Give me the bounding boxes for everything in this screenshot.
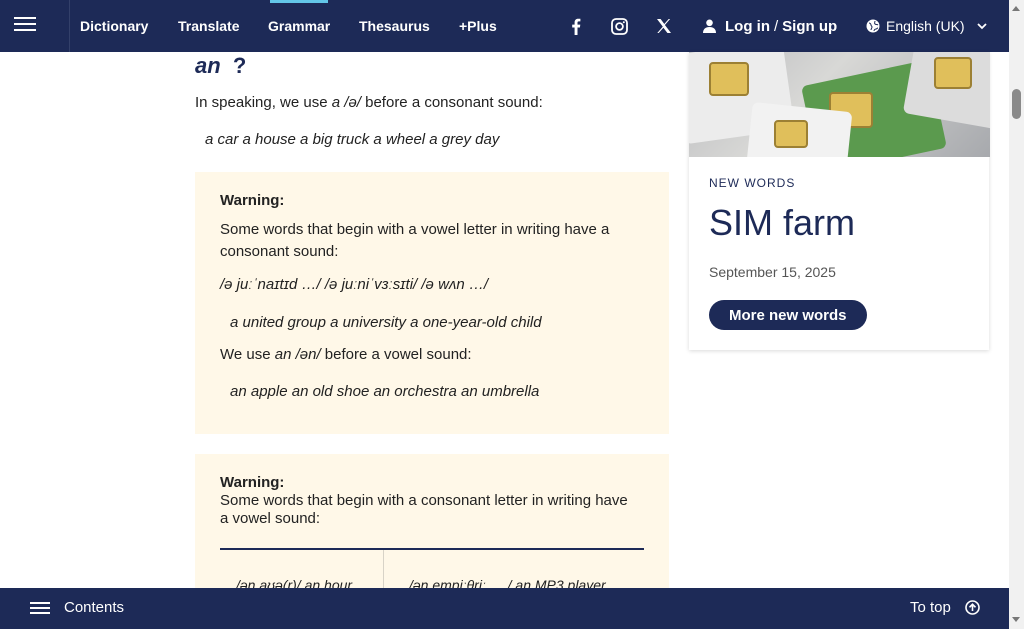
warning-text: Some words that begin with a vowel lette… — [220, 221, 610, 260]
nav-thesaurus[interactable]: Thesaurus — [359, 0, 430, 52]
examples-consonant: a united group a university a one-year-o… — [230, 314, 542, 331]
login-separator: / — [774, 17, 779, 35]
speaking-examples: a car a house a big truck a wheel a grey… — [205, 131, 500, 148]
warning-text-2: Some words that begin with a consonant l… — [220, 492, 628, 527]
section-heading: an ? — [195, 53, 246, 79]
speaking-text-pre: In speaking, we use — [195, 94, 332, 111]
vowel-paragraph: We use an /ən/ before a vowel sound: — [220, 346, 472, 363]
hamburger-icon — [14, 14, 36, 32]
speaking-paragraph: In speaking, we use a /ə/ before a conso… — [195, 94, 543, 111]
table-top-rule — [220, 548, 644, 550]
warning-title-2: Warning: — [220, 474, 285, 491]
contents-menu-icon[interactable] — [30, 600, 50, 616]
scroll-up-arrow-icon[interactable] — [1012, 6, 1020, 11]
contents-button[interactable]: Contents — [64, 599, 124, 616]
menu-button[interactable] — [0, 0, 70, 52]
new-words-label: NEW WORDS — [709, 176, 796, 190]
top-nav: Dictionary Translate Grammar Thesaurus +… — [0, 0, 1009, 52]
facebook-icon[interactable] — [565, 16, 587, 36]
signup-link[interactable]: Sign up — [782, 18, 837, 35]
examples-vowel: an apple an old shoe an orchestra an umb… — [230, 383, 540, 400]
speaking-text-em: a /ə/ — [331, 94, 361, 111]
new-word-link[interactable]: SIM farm — [709, 202, 855, 244]
vowel-text-pre: We use — [220, 346, 275, 363]
heading-mark: ? — [232, 53, 247, 78]
nav-dictionary[interactable]: Dictionary — [80, 0, 148, 52]
vowel-text-em: an /ən/ — [274, 346, 321, 363]
vowel-text-post: before a vowel sound: — [320, 346, 472, 363]
nav-grammar[interactable]: Grammar — [268, 0, 330, 52]
table-column-divider — [383, 550, 384, 588]
heading-word: an — [195, 53, 221, 78]
user-icon — [703, 19, 716, 33]
login-link[interactable]: Log in — [725, 18, 770, 35]
bottom-bar: Contents To top — [0, 588, 1009, 629]
to-top-button[interactable]: To top — [910, 599, 951, 616]
login-area: Log in / Sign up — [703, 0, 837, 52]
language-selector[interactable]: English (UK) — [866, 0, 987, 52]
instagram-icon[interactable] — [608, 16, 630, 36]
more-new-words-button[interactable]: More new words — [709, 300, 867, 330]
nav-plus[interactable]: +Plus — [459, 0, 497, 52]
nav-translate[interactable]: Translate — [178, 0, 239, 52]
new-word-date: September 15, 2025 — [709, 264, 836, 280]
sim-cards-image[interactable] — [689, 52, 990, 157]
globe-icon — [866, 19, 880, 33]
phonetics: /ə juːˈnaɪtɪd …/ /ə juːniˈvɜːsɪti/ /ə wʌ… — [220, 276, 489, 293]
chevron-down-icon — [976, 22, 987, 29]
x-twitter-icon[interactable] — [653, 16, 675, 36]
scrollbar-thumb[interactable] — [1012, 89, 1021, 119]
scroll-down-arrow-icon[interactable] — [1012, 617, 1020, 622]
speaking-text-post: before a consonant sound: — [360, 94, 543, 111]
language-label: English (UK) — [886, 18, 965, 34]
warning-title: Warning: — [220, 192, 285, 209]
arrow-up-circle-icon[interactable] — [965, 600, 980, 615]
